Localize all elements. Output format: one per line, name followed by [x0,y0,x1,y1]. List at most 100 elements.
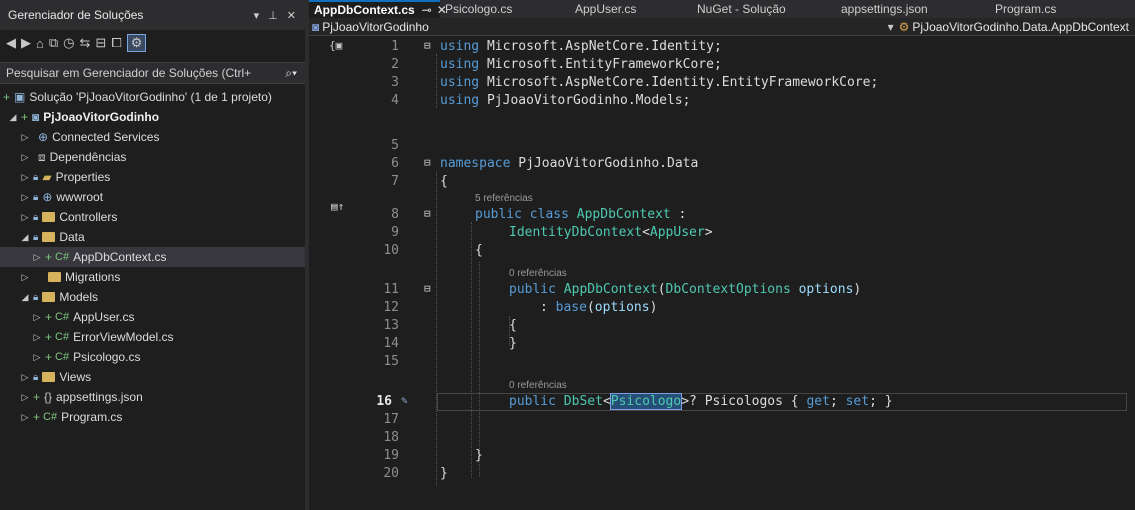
collapsed-arrow-icon[interactable]: ▷ [20,372,30,383]
solution-search[interactable]: Pesquisar em Gerenciador de Soluções (Ct… [0,62,305,84]
line-number: 8 [391,207,399,222]
brace: } [475,448,483,463]
codelens-references[interactable]: 5 referências [475,193,533,204]
tree-item-views[interactable]: ▷ 🔒︎ Views [0,367,305,387]
tree-item-psicologo[interactable]: ▷ + C# Psicologo.cs [0,347,305,367]
pin-icon[interactable]: ⊥ [268,9,278,22]
line-number: 2 [391,57,399,72]
project-dropdown[interactable]: ◙ PjJoaoVitorGodinho [312,20,888,34]
scope-dropdown[interactable]: ▾ ⚙ PjJoaoVitorGodinho.Data.AppDbContext [888,20,1129,34]
collapse-region-icon[interactable]: ⊟ [424,39,431,52]
brace: { [475,243,483,258]
tree-item-solution[interactable]: + ▣ Solução 'PjJoaoVitorGodinho' (1 de 1… [0,87,305,107]
highlighted-identifier[interactable]: Psicologo [609,393,683,410]
tree-item-label: Connected Services [52,130,160,144]
tab-appuser[interactable]: AppUser.cs [570,0,692,18]
added-mark-icon: + [45,310,53,324]
collapse-all-icon[interactable]: ⊟ [95,35,106,51]
expanded-arrow-icon[interactable]: ◢ [20,232,30,243]
collapsed-arrow-icon[interactable]: ▷ [32,252,42,263]
collapsed-arrow-icon[interactable]: ▷ [20,132,30,143]
namespace-text: Microsoft.AspNetCore.Identity.EntityFram… [479,75,879,90]
indent-guide [436,54,437,108]
tab-psicologo[interactable]: Psicologo.cs [440,0,570,18]
keyword: class [529,207,569,222]
back-icon[interactable]: ◀ [6,35,16,51]
collapsed-arrow-icon[interactable]: ▷ [20,192,30,203]
collapse-region-icon[interactable]: ⊟ [424,207,431,220]
collapsed-arrow-icon[interactable]: ▷ [32,352,42,363]
type-name: AppDbContext [563,282,658,297]
collapsed-arrow-icon[interactable]: ▷ [20,412,30,423]
collapsed-arrow-icon[interactable]: ▷ [20,212,30,223]
json-file-icon: {} [44,390,53,404]
tree-item-appuser[interactable]: ▷ + C# AppUser.cs [0,307,305,327]
collapsed-arrow-icon[interactable]: ▷ [20,152,30,163]
brace: { [509,318,517,333]
window-position-icon[interactable]: ▾ [254,9,260,22]
solution-search-input[interactable]: Pesquisar em Gerenciador de Soluções (Ct… [6,66,285,80]
tab-label: appsettings.json [841,2,928,16]
code-line: using Microsoft.AspNetCore.Identity.Enti… [440,75,878,90]
tree-item-appdbcontext[interactable]: ▷ + C# AppDbContext.cs [0,247,305,267]
quick-actions-icon[interactable]: {▣ [329,39,342,52]
show-all-files-icon[interactable]: ⧠ [111,35,121,51]
expanded-arrow-icon[interactable]: ◢ [8,112,18,123]
solution-explorer-title: Gerenciador de Soluções [8,8,144,22]
history-icon[interactable]: ◷ [63,35,74,51]
collapse-region-icon[interactable]: ⊟ [424,156,431,169]
tree-item-connected-services[interactable]: ▷ ⊕ Connected Services [0,127,305,147]
tree-item-label: PjJoaoVitorGodinho [43,110,160,124]
home-icon[interactable]: ⌂ [36,36,44,51]
forward-icon[interactable]: ▶ [21,35,31,51]
keyword: public [509,394,556,409]
tree-item-label: AppUser.cs [73,310,135,324]
tree-item-appsettings[interactable]: ▷ + {} appsettings.json [0,387,305,407]
switch-views-icon[interactable]: ⧉ [49,35,58,51]
punctuation: < [602,394,611,409]
tree-item-program[interactable]: ▷ + C# Program.cs [0,407,305,427]
expanded-arrow-icon[interactable]: ◢ [20,292,30,303]
tab-label: Psicologo.cs [445,2,513,16]
tree-item-models[interactable]: ◢ 🔒︎ Models [0,287,305,307]
inheritance-margin-icon[interactable]: ▤↑ [331,200,344,213]
edit-brush-icon[interactable]: ✎ [401,394,408,407]
collapsed-arrow-icon[interactable]: ▷ [20,172,30,183]
tab-appsettings[interactable]: appsettings.json [836,0,990,18]
search-icon[interactable]: ⌕▾ [285,66,297,81]
close-icon[interactable]: ✕ [287,9,296,22]
collapsed-arrow-icon[interactable]: ▷ [32,312,42,323]
collapsed-arrow-icon[interactable]: ▷ [20,272,30,283]
tree-item-controllers[interactable]: ▷ 🔒︎ Controllers [0,207,305,227]
properties-icon[interactable]: ⚙ [126,34,147,52]
line-number: 15 [383,354,399,369]
tree-item-migrations[interactable]: ▷ Migrations [0,267,305,287]
collapse-region-icon[interactable]: ⊟ [424,282,431,295]
csharp-file-icon: C# [43,411,58,423]
keyword: base [555,300,587,315]
tab-appdbcontext[interactable]: AppDbContext.cs ⊸ ✕ [309,0,447,18]
tree-item-wwwroot[interactable]: ▷ 🔒︎ ⊕ wwwroot [0,187,305,207]
collapsed-arrow-icon[interactable]: ▷ [32,332,42,343]
tab-program[interactable]: Program.cs [990,0,1110,18]
tree-item-label: Program.cs [61,410,123,424]
line-number: 13 [383,318,399,333]
tree-item-data[interactable]: ◢ 🔒︎ Data [0,227,305,247]
tree-item-properties[interactable]: ▷ 🔒︎ ▰ Properties [0,167,305,187]
tree-item-errorviewmodel[interactable]: ▷ + C# ErrorViewModel.cs [0,327,305,347]
collapsed-arrow-icon[interactable]: ▷ [20,392,30,403]
keyword: using [440,39,480,54]
tab-nuget[interactable]: NuGet - Solução [692,0,836,18]
keyword: using [440,57,480,72]
line-number: 4 [391,93,399,108]
codelens-references[interactable]: 0 referências [509,380,567,391]
punctuation: ; } [869,394,893,409]
sync-icon[interactable]: ⇆ [80,35,91,51]
tree-item-dependencies[interactable]: ▷ ⧈ Dependências [0,147,305,167]
code-area[interactable]: {▣ ▤↑ ✎ 1 2 3 4 5 6 7 8 9 10 11 12 13 14… [309,36,1135,510]
tree-item-project[interactable]: ◢ + ◙ PjJoaoVitorGodinho [0,107,305,127]
codelens-references[interactable]: 0 referências [509,268,567,279]
tab-label: Program.cs [995,2,1057,16]
pin-tab-icon[interactable]: ⊸ [422,3,432,17]
lock-icon: 🔒︎ [33,171,39,183]
